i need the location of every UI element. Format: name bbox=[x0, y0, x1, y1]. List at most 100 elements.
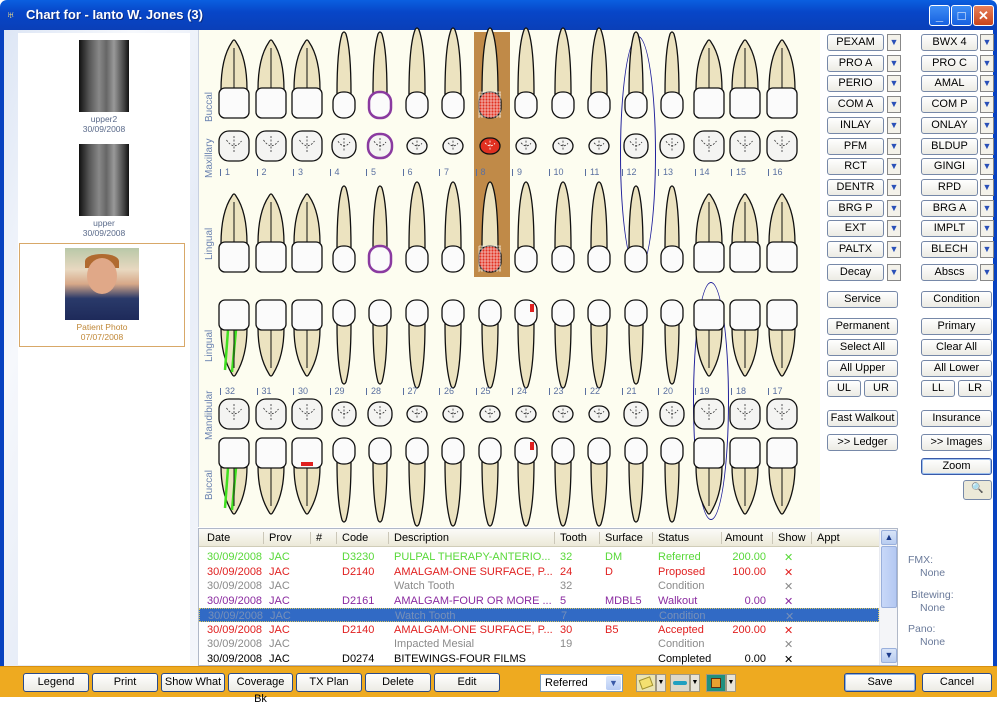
table-row[interactable]: 30/09/2008 JAC D2161 AMALGAM-FOUR OR MORE .… bbox=[199, 594, 879, 608]
tooth-29-lingual[interactable] bbox=[327, 296, 361, 399]
procedure-dropdown[interactable]: ▼ bbox=[980, 220, 994, 238]
edit-button[interactable]: Edit bbox=[434, 673, 500, 692]
tooth-2-occlusal[interactable] bbox=[254, 128, 288, 167]
tooth-19-occlusal[interactable] bbox=[692, 396, 726, 435]
tooth-1-occlusal[interactable] bbox=[217, 128, 251, 167]
procedure-button-rpd[interactable]: RPD bbox=[921, 178, 978, 196]
procedure-dropdown[interactable]: ▼ bbox=[887, 241, 901, 258]
procedure-dropdown[interactable]: ▼ bbox=[980, 54, 994, 72]
column-separator[interactable] bbox=[652, 532, 653, 544]
procedure-dropdown[interactable]: ▼ bbox=[980, 199, 994, 217]
tooth-28-buccal[interactable] bbox=[363, 434, 397, 537]
procedure-button-inlay[interactable]: INLAY bbox=[827, 116, 884, 134]
tooth-31-buccal[interactable] bbox=[254, 434, 288, 537]
procedure-dropdown[interactable]: ▼ bbox=[980, 158, 994, 176]
procedure-button-brg-a[interactable]: BRG A bbox=[921, 199, 978, 217]
table-row[interactable]: 30/09/2008 JAC D2140 AMALGAM-ONE SURFACE, P… bbox=[199, 565, 879, 579]
image-thumbnail[interactable]: upper2 30/09/2008 bbox=[18, 40, 190, 134]
ledger-button[interactable]: >> Ledger bbox=[827, 434, 898, 451]
legend-button[interactable]: Legend bbox=[23, 673, 89, 692]
tooth-27-lingual[interactable] bbox=[400, 296, 434, 399]
decay-button[interactable]: Decay bbox=[827, 264, 884, 281]
procedure-dropdown[interactable]: ▼ bbox=[887, 199, 901, 217]
line-style-button[interactable] bbox=[670, 674, 690, 692]
procedure-dropdown[interactable]: ▼ bbox=[980, 96, 994, 114]
column-separator[interactable] bbox=[554, 532, 555, 544]
abscs-button[interactable]: Abscs bbox=[921, 264, 978, 281]
tooth-6-lingual[interactable] bbox=[400, 180, 434, 283]
close-button[interactable]: ✕ bbox=[973, 5, 994, 26]
procedure-button-brg-p[interactable]: BRG P bbox=[827, 199, 884, 217]
decay-dropdown[interactable]: ▼ bbox=[887, 264, 901, 281]
save-button[interactable]: Save bbox=[844, 673, 916, 692]
tooth-4-buccal[interactable] bbox=[327, 30, 361, 133]
permanent-button[interactable]: Permanent bbox=[827, 318, 898, 335]
scroll-down-button[interactable]: ▼ bbox=[881, 648, 897, 663]
tooth-10-occlusal[interactable] bbox=[546, 128, 580, 167]
table-row[interactable]: 30/09/2008 JAC Watch Tooth 32 Condition ✕ bbox=[199, 579, 879, 593]
tooth-21-occlusal[interactable] bbox=[619, 396, 653, 435]
tooth-31-lingual[interactable] bbox=[254, 296, 288, 399]
tooth-5-buccal[interactable] bbox=[363, 30, 397, 133]
tooth-7-lingual[interactable] bbox=[436, 180, 470, 283]
tooth-17-buccal[interactable] bbox=[765, 434, 799, 537]
all-upper-button[interactable]: All Upper bbox=[827, 360, 898, 377]
procedure-dropdown[interactable]: ▼ bbox=[887, 116, 901, 134]
zoom-button[interactable]: Zoom bbox=[921, 458, 992, 475]
column-separator[interactable] bbox=[263, 532, 264, 544]
table-row[interactable]: 30/09/2008 JAC Watch Tooth 7 Condition ✕ bbox=[199, 608, 879, 623]
column-header-description[interactable]: Description bbox=[394, 532, 449, 544]
condition-button[interactable]: Condition bbox=[921, 291, 992, 308]
procedure-button-blech[interactable]: BLECH bbox=[921, 241, 978, 258]
tooth-25-occlusal[interactable] bbox=[473, 396, 507, 435]
tooth-23-lingual[interactable] bbox=[546, 296, 580, 399]
tooth-2-buccal[interactable] bbox=[254, 38, 288, 141]
tooth-28-lingual[interactable] bbox=[363, 296, 397, 399]
tooth-26-buccal[interactable] bbox=[436, 434, 470, 537]
tooth-19-lingual[interactable] bbox=[692, 296, 726, 399]
procedure-button-onlay[interactable]: ONLAY bbox=[921, 116, 978, 134]
tooth-5-occlusal[interactable] bbox=[363, 128, 397, 167]
all-lower-button[interactable]: All Lower bbox=[921, 360, 992, 377]
column-header-prov[interactable]: Prov bbox=[269, 532, 292, 544]
ur-button[interactable]: UR bbox=[864, 380, 898, 397]
tooth-27-buccal[interactable] bbox=[400, 434, 434, 537]
delete-button[interactable]: Delete bbox=[365, 673, 431, 692]
show-what-button[interactable]: Show What bbox=[161, 673, 225, 692]
procedure-dropdown[interactable]: ▼ bbox=[887, 137, 901, 155]
image-thumbnail-list[interactable]: upper2 30/09/2008 upper 30/09/2008 Patie… bbox=[18, 33, 190, 665]
tooth-10-lingual[interactable] bbox=[546, 180, 580, 283]
procedure-button-bwx-4[interactable]: BWX 4 bbox=[921, 34, 978, 51]
column-header-appt[interactable]: Appt bbox=[817, 532, 840, 544]
ll-button[interactable]: LL bbox=[921, 380, 955, 397]
tooth-11-occlusal[interactable] bbox=[582, 128, 616, 167]
procedure-button-com-p[interactable]: COM P bbox=[921, 96, 978, 114]
tooth-12-buccal[interactable] bbox=[619, 30, 653, 133]
column-header-amount[interactable]: Amount bbox=[725, 532, 763, 544]
tooth-8-buccal[interactable] bbox=[473, 26, 507, 129]
primary-button[interactable]: Primary bbox=[921, 318, 992, 335]
tooth-14-occlusal[interactable] bbox=[692, 128, 726, 167]
tooth-1-lingual[interactable] bbox=[217, 192, 251, 295]
scroll-thumb[interactable] bbox=[881, 546, 897, 608]
procedure-button-com-a[interactable]: COM A bbox=[827, 96, 884, 114]
column-header-show[interactable]: Show bbox=[778, 532, 806, 544]
column-separator[interactable] bbox=[599, 532, 600, 544]
print-button[interactable]: Print bbox=[92, 673, 158, 692]
procedure-dropdown[interactable]: ▼ bbox=[887, 75, 901, 93]
chevron-down-icon[interactable]: ▼ bbox=[606, 676, 621, 690]
column-separator[interactable] bbox=[310, 532, 311, 544]
tooth-18-buccal[interactable] bbox=[728, 434, 762, 537]
tooth-13-buccal[interactable] bbox=[655, 30, 689, 133]
images-button[interactable]: >> Images bbox=[921, 434, 992, 451]
color-button[interactable] bbox=[706, 674, 726, 692]
tooth-1-buccal[interactable] bbox=[217, 38, 251, 141]
tooth-20-lingual[interactable] bbox=[655, 296, 689, 399]
tooth-25-buccal[interactable] bbox=[473, 434, 507, 537]
tooth-13-lingual[interactable] bbox=[655, 184, 689, 287]
tooth-23-buccal[interactable] bbox=[546, 434, 580, 537]
tooth-26-occlusal[interactable] bbox=[436, 396, 470, 435]
procedure-dropdown[interactable]: ▼ bbox=[980, 34, 994, 51]
tooth-8-occlusal[interactable] bbox=[473, 128, 507, 167]
procedure-button-pro-c[interactable]: PRO C bbox=[921, 54, 978, 72]
